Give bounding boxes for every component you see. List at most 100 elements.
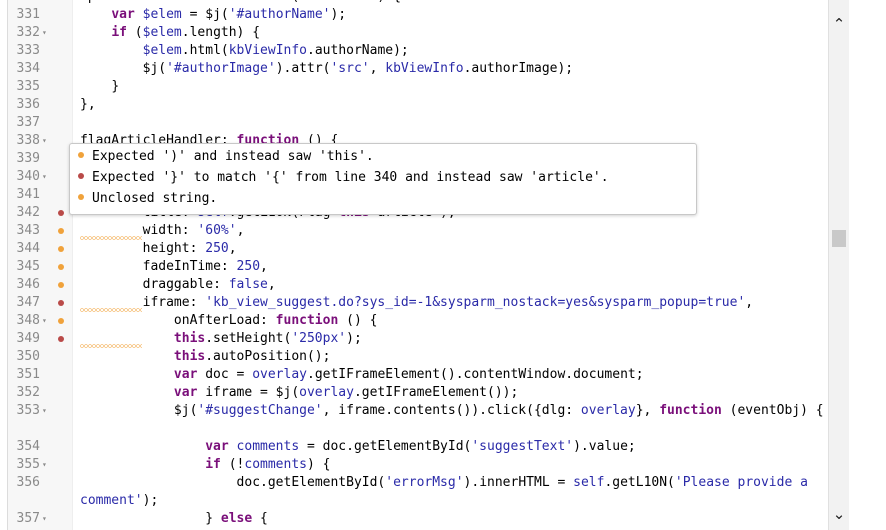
warning-marker-icon[interactable] — [58, 246, 64, 252]
fold-toggle-icon[interactable]: ▾ — [42, 312, 52, 330]
code-line[interactable]: 357 ▾ } else { — [0, 510, 828, 528]
code-token: updateAuthorInfo: — [80, 0, 221, 4]
scrollbar-thumb[interactable] — [832, 230, 846, 247]
code-text[interactable]: doc.getElementById('errorMsg').innerHTML… — [80, 474, 825, 510]
chevron-up-icon[interactable]: ⌃ — [829, 14, 849, 34]
code-line[interactable]: 346 draggable: false, — [0, 276, 828, 294]
code-line[interactable]: 349 this.setHeight('250px'); — [0, 330, 828, 348]
fold-toggle-icon[interactable]: ▾ — [42, 132, 52, 150]
code-text[interactable]: this.autoPosition(); — [80, 348, 825, 366]
code-text[interactable]: if ($elem.length) { — [80, 24, 825, 42]
code-line[interactable]: 333 $elem.html(kbViewInfo.authorName); — [0, 42, 828, 60]
lint-error-tooltip: Expected ')' and instead saw 'this'. Exp… — [69, 143, 697, 215]
code-token: comments — [236, 439, 300, 454]
code-token: '250px' — [291, 331, 347, 346]
code-line[interactable]: 344 height: 250, — [0, 240, 828, 258]
code-token: ).value; — [573, 439, 636, 454]
code-line[interactable]: 353 ▾ $j('#suggestChange', iframe.content… — [0, 402, 828, 438]
code-token: .authorImage); — [463, 61, 574, 76]
code-text[interactable]: } else { — [80, 510, 825, 528]
code-text[interactable]: } — [80, 78, 825, 96]
code-text[interactable]: this.setHeight('250px'); — [80, 330, 825, 348]
warning-marker-icon[interactable] — [58, 228, 64, 234]
code-token: = doc.getElementById( — [299, 439, 472, 454]
fold-toggle-icon[interactable]: ▾ — [42, 402, 52, 420]
code-text[interactable]: draggable: false, — [80, 276, 825, 294]
warning-marker-icon[interactable] — [58, 318, 64, 324]
code-line[interactable]: 335 } — [0, 78, 828, 96]
code-text[interactable]: if (!comments) { — [80, 456, 825, 474]
code-text[interactable]: $j('#suggestChange', iframe.contents()).… — [80, 402, 825, 420]
warning-marker-icon[interactable] — [58, 264, 64, 270]
error-dot-icon — [78, 172, 84, 179]
code-text[interactable]: onAfterLoad: function () { — [80, 312, 825, 330]
code-text[interactable]: var $elem = $j('#authorName'); — [80, 6, 825, 24]
code-token: 'errorMsg' — [385, 475, 464, 490]
code-token: $j( — [80, 61, 167, 76]
code-token: 250 — [205, 241, 229, 256]
line-number: 336 — [16, 97, 40, 112]
chevron-down-icon[interactable]: ⌄ — [829, 504, 849, 524]
code-text[interactable]: $j('#authorImage').attr('src', kbViewInf… — [80, 60, 825, 78]
code-text[interactable]: var iframe = $j(overlay.getIFrameElement… — [80, 384, 825, 402]
code-token: .authorName); — [307, 43, 409, 58]
code-line[interactable]: 345 fadeInTime: 250, — [0, 258, 828, 276]
code-line[interactable]: 355 ▾ if (!comments) { — [0, 456, 828, 474]
fold-toggle-icon[interactable]: ▾ — [42, 456, 52, 474]
line-number: 352 — [16, 385, 40, 400]
code-lines[interactable]: 330▾updateAuthorInfo: function (kbViewIn… — [0, 0, 828, 528]
code-text[interactable]: height: 250, — [80, 240, 825, 258]
code-token: comments — [244, 457, 307, 472]
fold-toggle-icon[interactable]: ▾ — [42, 24, 52, 42]
code-text[interactable]: width: '60%', — [80, 222, 825, 240]
code-line[interactable]: 336}, — [0, 96, 828, 114]
code-line[interactable]: 331 var $elem = $j('#authorName'); — [0, 6, 828, 24]
code-text[interactable]: var comments = doc.getElementById('sugge… — [80, 438, 825, 456]
code-token: ).innerHTML = — [463, 475, 574, 490]
code-editor[interactable]: 330▾updateAuthorInfo: function (kbViewIn… — [0, 0, 886, 530]
error-marker-icon[interactable] — [58, 300, 64, 306]
code-line[interactable]: 354 var comments = doc.getElementById('s… — [0, 438, 828, 456]
code-text[interactable]: }, — [80, 96, 825, 114]
line-number: 339 — [16, 151, 40, 166]
code-text[interactable]: fadeInTime: 250, — [80, 258, 825, 276]
line-number: 345 — [16, 259, 40, 274]
code-line[interactable]: 352 var iframe = $j(overlay.getIFrameEle… — [0, 384, 828, 402]
code-text[interactable]: iframe: 'kb_view_suggest.do?sys_id=-1&sy… — [80, 294, 825, 312]
code-token: 'kb_view_suggest.do?sys_id=-1&sysparm_no… — [205, 295, 746, 310]
code-token: function — [659, 403, 722, 418]
line-number: 333 — [16, 43, 40, 58]
lint-message-text: Unclosed string. — [92, 191, 218, 206]
code-text[interactable]: $elem.html(kbViewInfo.authorName); — [80, 42, 825, 60]
code-line[interactable]: 334 $j('#authorImage').attr('src', kbVie… — [0, 60, 828, 78]
code-line[interactable]: 348 ▾ onAfterLoad: function () { — [0, 312, 828, 330]
code-token: .getIFrameElement().contentWindow.docume… — [307, 367, 644, 382]
code-token: .getIFrameElement()); — [353, 385, 519, 400]
warning-marker-icon[interactable] — [58, 282, 64, 288]
code-text[interactable]: var doc = overlay.getIFrameElement().con… — [80, 366, 825, 384]
code-line[interactable]: 356 doc.getElementById('errorMsg').inner… — [0, 474, 828, 510]
code-line[interactable]: 347 iframe: 'kb_view_suggest.do?sys_id=-… — [0, 294, 828, 312]
fold-toggle-icon[interactable]: ▾ — [42, 510, 52, 528]
code-token: onAfterLoad: — [80, 313, 276, 328]
line-number: 354 — [16, 439, 40, 454]
code-token: var — [173, 385, 198, 400]
code-token: else — [220, 511, 253, 526]
code-token: .html( — [181, 43, 229, 58]
line-number: 348 — [16, 313, 40, 328]
code-token: this — [173, 349, 206, 364]
fold-toggle-icon[interactable]: ▾ — [42, 168, 52, 186]
code-line[interactable]: 337 — [0, 114, 828, 132]
error-marker-icon[interactable] — [58, 336, 64, 342]
error-marker-icon[interactable] — [58, 210, 64, 216]
code-line[interactable]: 351 var doc = overlay.getIFrameElement()… — [0, 366, 828, 384]
vertical-scrollbar[interactable]: ⌃ ⌄ — [828, 0, 849, 530]
code-token: } — [80, 511, 221, 526]
code-token: '#authorName' — [228, 7, 331, 22]
code-line[interactable]: 332 ▾ if ($elem.length) { — [0, 24, 828, 42]
code-line[interactable]: 350 this.autoPosition(); — [0, 348, 828, 366]
code-line[interactable]: 343 width: '60%', — [0, 222, 828, 240]
